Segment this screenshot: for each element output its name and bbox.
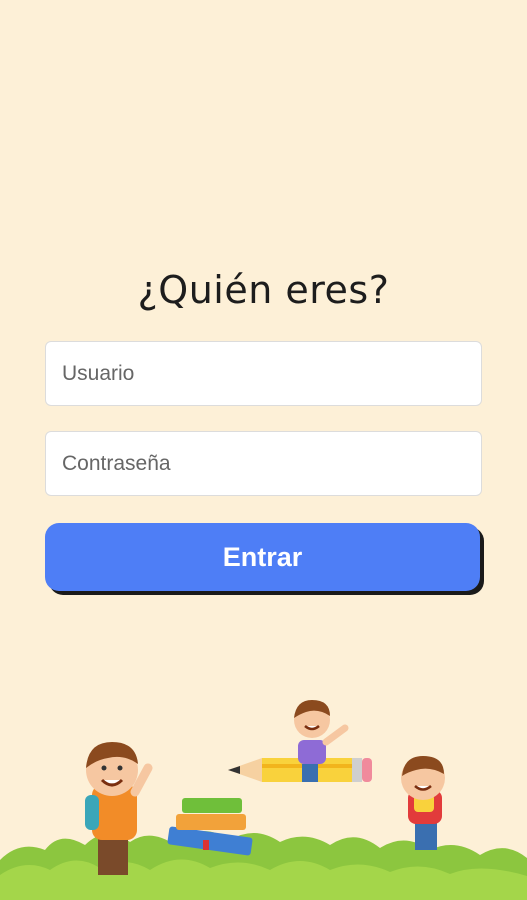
password-input[interactable]: [46, 432, 481, 495]
username-field[interactable]: [45, 341, 482, 406]
kid-right-icon: [401, 756, 445, 850]
page-title: ¿Quién eres?: [137, 268, 390, 312]
kids-illustration-icon: [0, 700, 527, 900]
grass-icon: [0, 831, 527, 900]
login-button[interactable]: Entrar: [45, 523, 480, 591]
username-input[interactable]: [46, 342, 481, 405]
password-field[interactable]: [45, 431, 482, 496]
